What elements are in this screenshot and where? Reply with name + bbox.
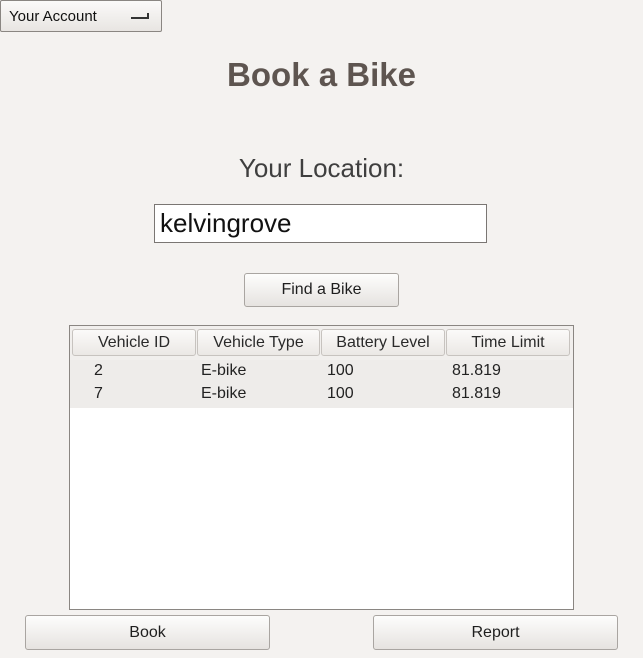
cell-vehicle-type: E-bike [201,362,247,379]
cell-battery-level: 100 [327,362,354,379]
find-bike-button[interactable]: Find a Bike [244,273,399,307]
your-account-menu-button[interactable]: Your Account [0,0,162,32]
column-header-vehicle-type[interactable]: Vehicle Type [197,329,320,356]
table-row[interactable]: 2 E-bike 100 81.819 [70,362,573,382]
column-header-battery-level[interactable]: Battery Level [321,329,445,356]
account-menu-label: Your Account [9,7,97,25]
cell-time-limit: 81.819 [452,362,501,379]
location-input[interactable] [154,204,487,243]
cell-vehicle-id: 7 [94,385,103,402]
cell-vehicle-id: 2 [94,362,103,379]
table-header: Vehicle ID Vehicle Type Battery Level Ti… [70,326,573,360]
cell-time-limit: 81.819 [452,385,501,402]
report-button[interactable]: Report [373,615,618,650]
app-window: Your Account Book a Bike Your Location: … [0,0,643,658]
cell-battery-level: 100 [327,385,354,402]
column-header-time-limit[interactable]: Time Limit [446,329,570,356]
vehicle-table[interactable]: Vehicle ID Vehicle Type Battery Level Ti… [69,325,574,610]
cell-vehicle-type: E-bike [201,385,247,402]
menu-indicator-icon [131,13,149,19]
page-title: Book a Bike [227,56,416,93]
table-row[interactable]: 7 E-bike 100 81.819 [70,385,573,405]
location-label: Your Location: [238,153,405,183]
book-button[interactable]: Book [25,615,270,650]
column-header-vehicle-id[interactable]: Vehicle ID [72,329,196,356]
